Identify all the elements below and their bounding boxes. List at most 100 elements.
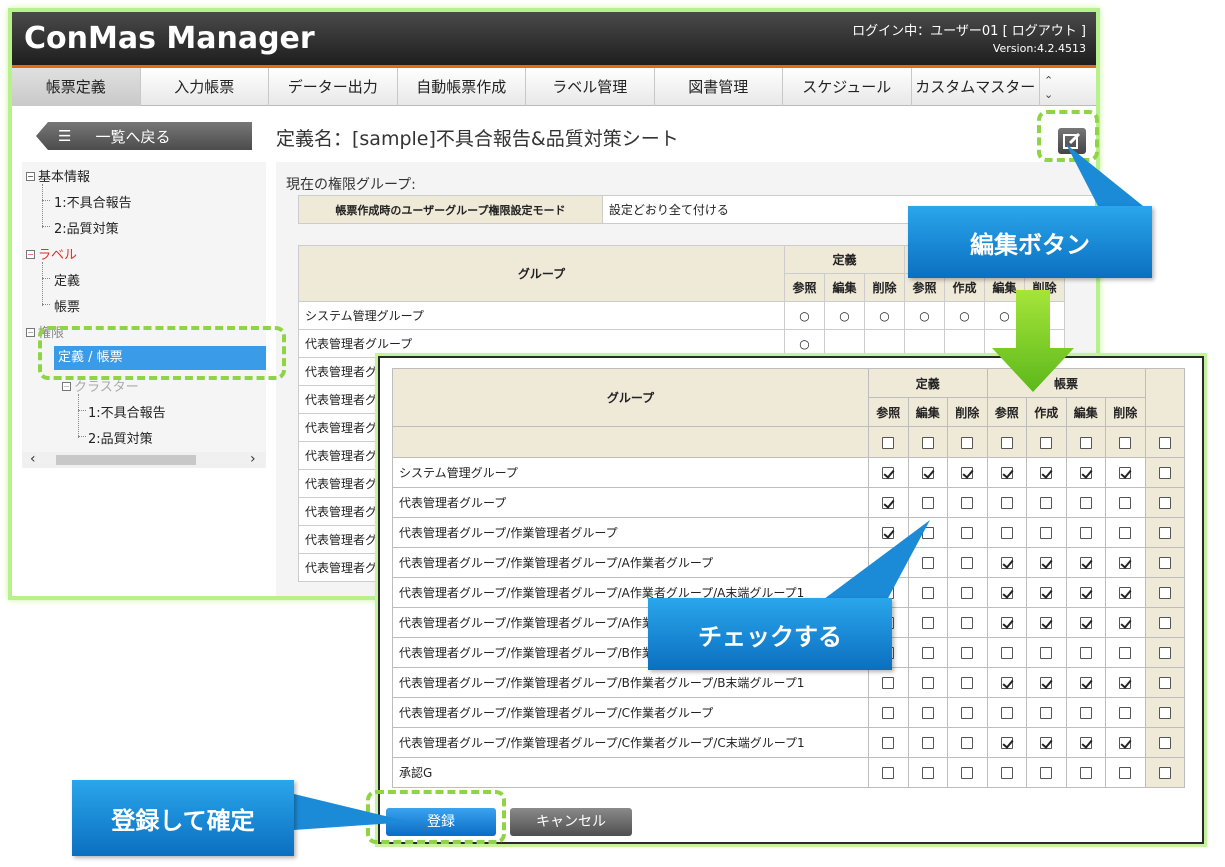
permission-checkbox[interactable] xyxy=(1158,677,1171,689)
permission-checkbox[interactable] xyxy=(1040,617,1053,629)
menu-scroll[interactable]: ⌃ ⌄ xyxy=(1040,68,1060,106)
permission-checkbox[interactable] xyxy=(1040,557,1053,569)
collapse-icon[interactable]: − xyxy=(62,382,71,391)
permission-checkbox[interactable] xyxy=(1079,587,1092,599)
permission-checkbox[interactable] xyxy=(1000,497,1013,509)
permission-checkbox[interactable] xyxy=(1079,557,1092,569)
permission-checkbox[interactable] xyxy=(882,737,895,749)
permission-checkbox[interactable] xyxy=(1119,647,1132,659)
permission-checkbox[interactable] xyxy=(1079,467,1092,479)
permission-checkbox[interactable] xyxy=(921,467,934,479)
permission-checkbox[interactable] xyxy=(882,707,895,719)
permission-checkbox[interactable] xyxy=(961,587,974,599)
permission-checkbox[interactable] xyxy=(921,737,934,749)
permission-checkbox[interactable] xyxy=(1119,467,1132,479)
chevron-left-icon[interactable]: ‹ xyxy=(30,451,36,467)
permission-checkbox[interactable] xyxy=(1079,647,1092,659)
menu-item-data-output[interactable]: データー出力 xyxy=(269,68,398,106)
permission-checkbox[interactable] xyxy=(882,767,895,779)
permission-checkbox[interactable] xyxy=(1158,497,1171,509)
permission-checkbox[interactable] xyxy=(961,557,974,569)
permission-checkbox[interactable] xyxy=(1000,557,1013,569)
select-all-checkbox[interactable] xyxy=(1119,436,1132,449)
permission-checkbox[interactable] xyxy=(1119,737,1132,749)
permission-checkbox[interactable] xyxy=(961,497,974,509)
permission-checkbox[interactable] xyxy=(1119,497,1132,509)
permission-checkbox[interactable] xyxy=(921,707,934,719)
menu-item-input-form[interactable]: 入力帳票 xyxy=(141,68,269,106)
permission-checkbox[interactable] xyxy=(921,647,934,659)
chevron-down-icon[interactable]: ⌄ xyxy=(1044,88,1053,101)
menu-item-form-definition[interactable]: 帳票定義 xyxy=(12,68,141,106)
permission-checkbox[interactable] xyxy=(921,497,934,509)
permission-checkbox[interactable] xyxy=(961,737,974,749)
tree-node-basic-1[interactable]: 1:不具合報告 xyxy=(54,192,132,211)
permission-checkbox[interactable] xyxy=(1040,677,1053,689)
back-to-list-button[interactable]: ☰ 一覧へ戻る xyxy=(36,122,252,150)
permission-checkbox[interactable] xyxy=(1040,527,1053,539)
permission-checkbox[interactable] xyxy=(1119,707,1132,719)
permission-checkbox[interactable] xyxy=(1040,497,1053,509)
permission-checkbox[interactable] xyxy=(1040,647,1053,659)
collapse-icon[interactable]: − xyxy=(26,328,35,337)
permission-checkbox[interactable] xyxy=(961,527,974,539)
menu-item-label-management[interactable]: ラベル管理 xyxy=(526,68,655,106)
permission-checkbox[interactable] xyxy=(1000,767,1013,779)
permission-checkbox[interactable] xyxy=(1158,527,1171,539)
tree-horizontal-scrollbar[interactable]: ‹ › xyxy=(22,451,266,468)
collapse-icon[interactable]: − xyxy=(26,250,35,259)
tree-node-cluster-2[interactable]: 2:品質対策 xyxy=(88,428,153,447)
permission-checkbox[interactable] xyxy=(1079,617,1092,629)
permission-checkbox[interactable] xyxy=(1119,587,1132,599)
permission-checkbox[interactable] xyxy=(882,677,895,689)
permission-checkbox[interactable] xyxy=(1158,647,1171,659)
permission-checkbox[interactable] xyxy=(1158,587,1171,599)
select-all-checkbox[interactable] xyxy=(882,436,895,449)
permission-checkbox[interactable] xyxy=(1000,707,1013,719)
permission-checkbox[interactable] xyxy=(1040,767,1053,779)
permission-checkbox[interactable] xyxy=(1000,677,1013,689)
login-info[interactable]: ログイン中：ユーザー01 [ ログアウト ] xyxy=(852,24,1086,39)
select-all-checkbox[interactable] xyxy=(1158,436,1171,449)
permission-checkbox[interactable] xyxy=(1158,737,1171,749)
permission-checkbox[interactable] xyxy=(1000,467,1013,479)
permission-checkbox[interactable] xyxy=(1119,767,1132,779)
permission-checkbox[interactable] xyxy=(882,497,895,509)
permission-checkbox[interactable] xyxy=(1040,737,1053,749)
tree-node-label[interactable]: − ラベル xyxy=(26,244,77,263)
select-all-checkbox[interactable] xyxy=(961,436,974,449)
permission-checkbox[interactable] xyxy=(1119,677,1132,689)
permission-checkbox[interactable] xyxy=(1040,707,1053,719)
permission-checkbox[interactable] xyxy=(1040,467,1053,479)
tree-node-cluster-1[interactable]: 1:不具合報告 xyxy=(88,402,166,421)
permission-checkbox[interactable] xyxy=(1000,647,1013,659)
tree-node-basic-2[interactable]: 2:品質対策 xyxy=(54,218,119,237)
permission-checkbox[interactable] xyxy=(1158,767,1171,779)
permission-checkbox[interactable] xyxy=(1079,737,1092,749)
permission-checkbox[interactable] xyxy=(961,647,974,659)
tree-node-label-form[interactable]: 帳票 xyxy=(54,296,80,315)
permission-checkbox[interactable] xyxy=(1040,587,1053,599)
permission-checkbox[interactable] xyxy=(1119,527,1132,539)
permission-checkbox[interactable] xyxy=(961,617,974,629)
permission-checkbox[interactable] xyxy=(1000,617,1013,629)
menu-item-library[interactable]: 図書管理 xyxy=(655,68,783,106)
permission-checkbox[interactable] xyxy=(961,767,974,779)
permission-checkbox[interactable] xyxy=(1000,527,1013,539)
menu-item-custom-master[interactable]: カスタムマスター xyxy=(912,68,1040,106)
permission-checkbox[interactable] xyxy=(961,707,974,719)
menu-item-auto-form[interactable]: 自動帳票作成 xyxy=(398,68,526,106)
tree-node-label-def[interactable]: 定義 xyxy=(54,270,80,289)
permission-checkbox[interactable] xyxy=(1158,557,1171,569)
select-all-checkbox[interactable] xyxy=(1040,436,1053,449)
select-all-checkbox[interactable] xyxy=(1079,436,1092,449)
permission-checkbox[interactable] xyxy=(1119,617,1132,629)
select-all-checkbox[interactable] xyxy=(921,436,934,449)
chevron-right-icon[interactable]: › xyxy=(250,451,256,467)
permission-checkbox[interactable] xyxy=(1079,767,1092,779)
permission-checkbox[interactable] xyxy=(1000,587,1013,599)
permission-checkbox[interactable] xyxy=(1158,617,1171,629)
permission-checkbox[interactable] xyxy=(921,677,934,689)
permission-checkbox[interactable] xyxy=(1079,497,1092,509)
permission-checkbox[interactable] xyxy=(921,767,934,779)
